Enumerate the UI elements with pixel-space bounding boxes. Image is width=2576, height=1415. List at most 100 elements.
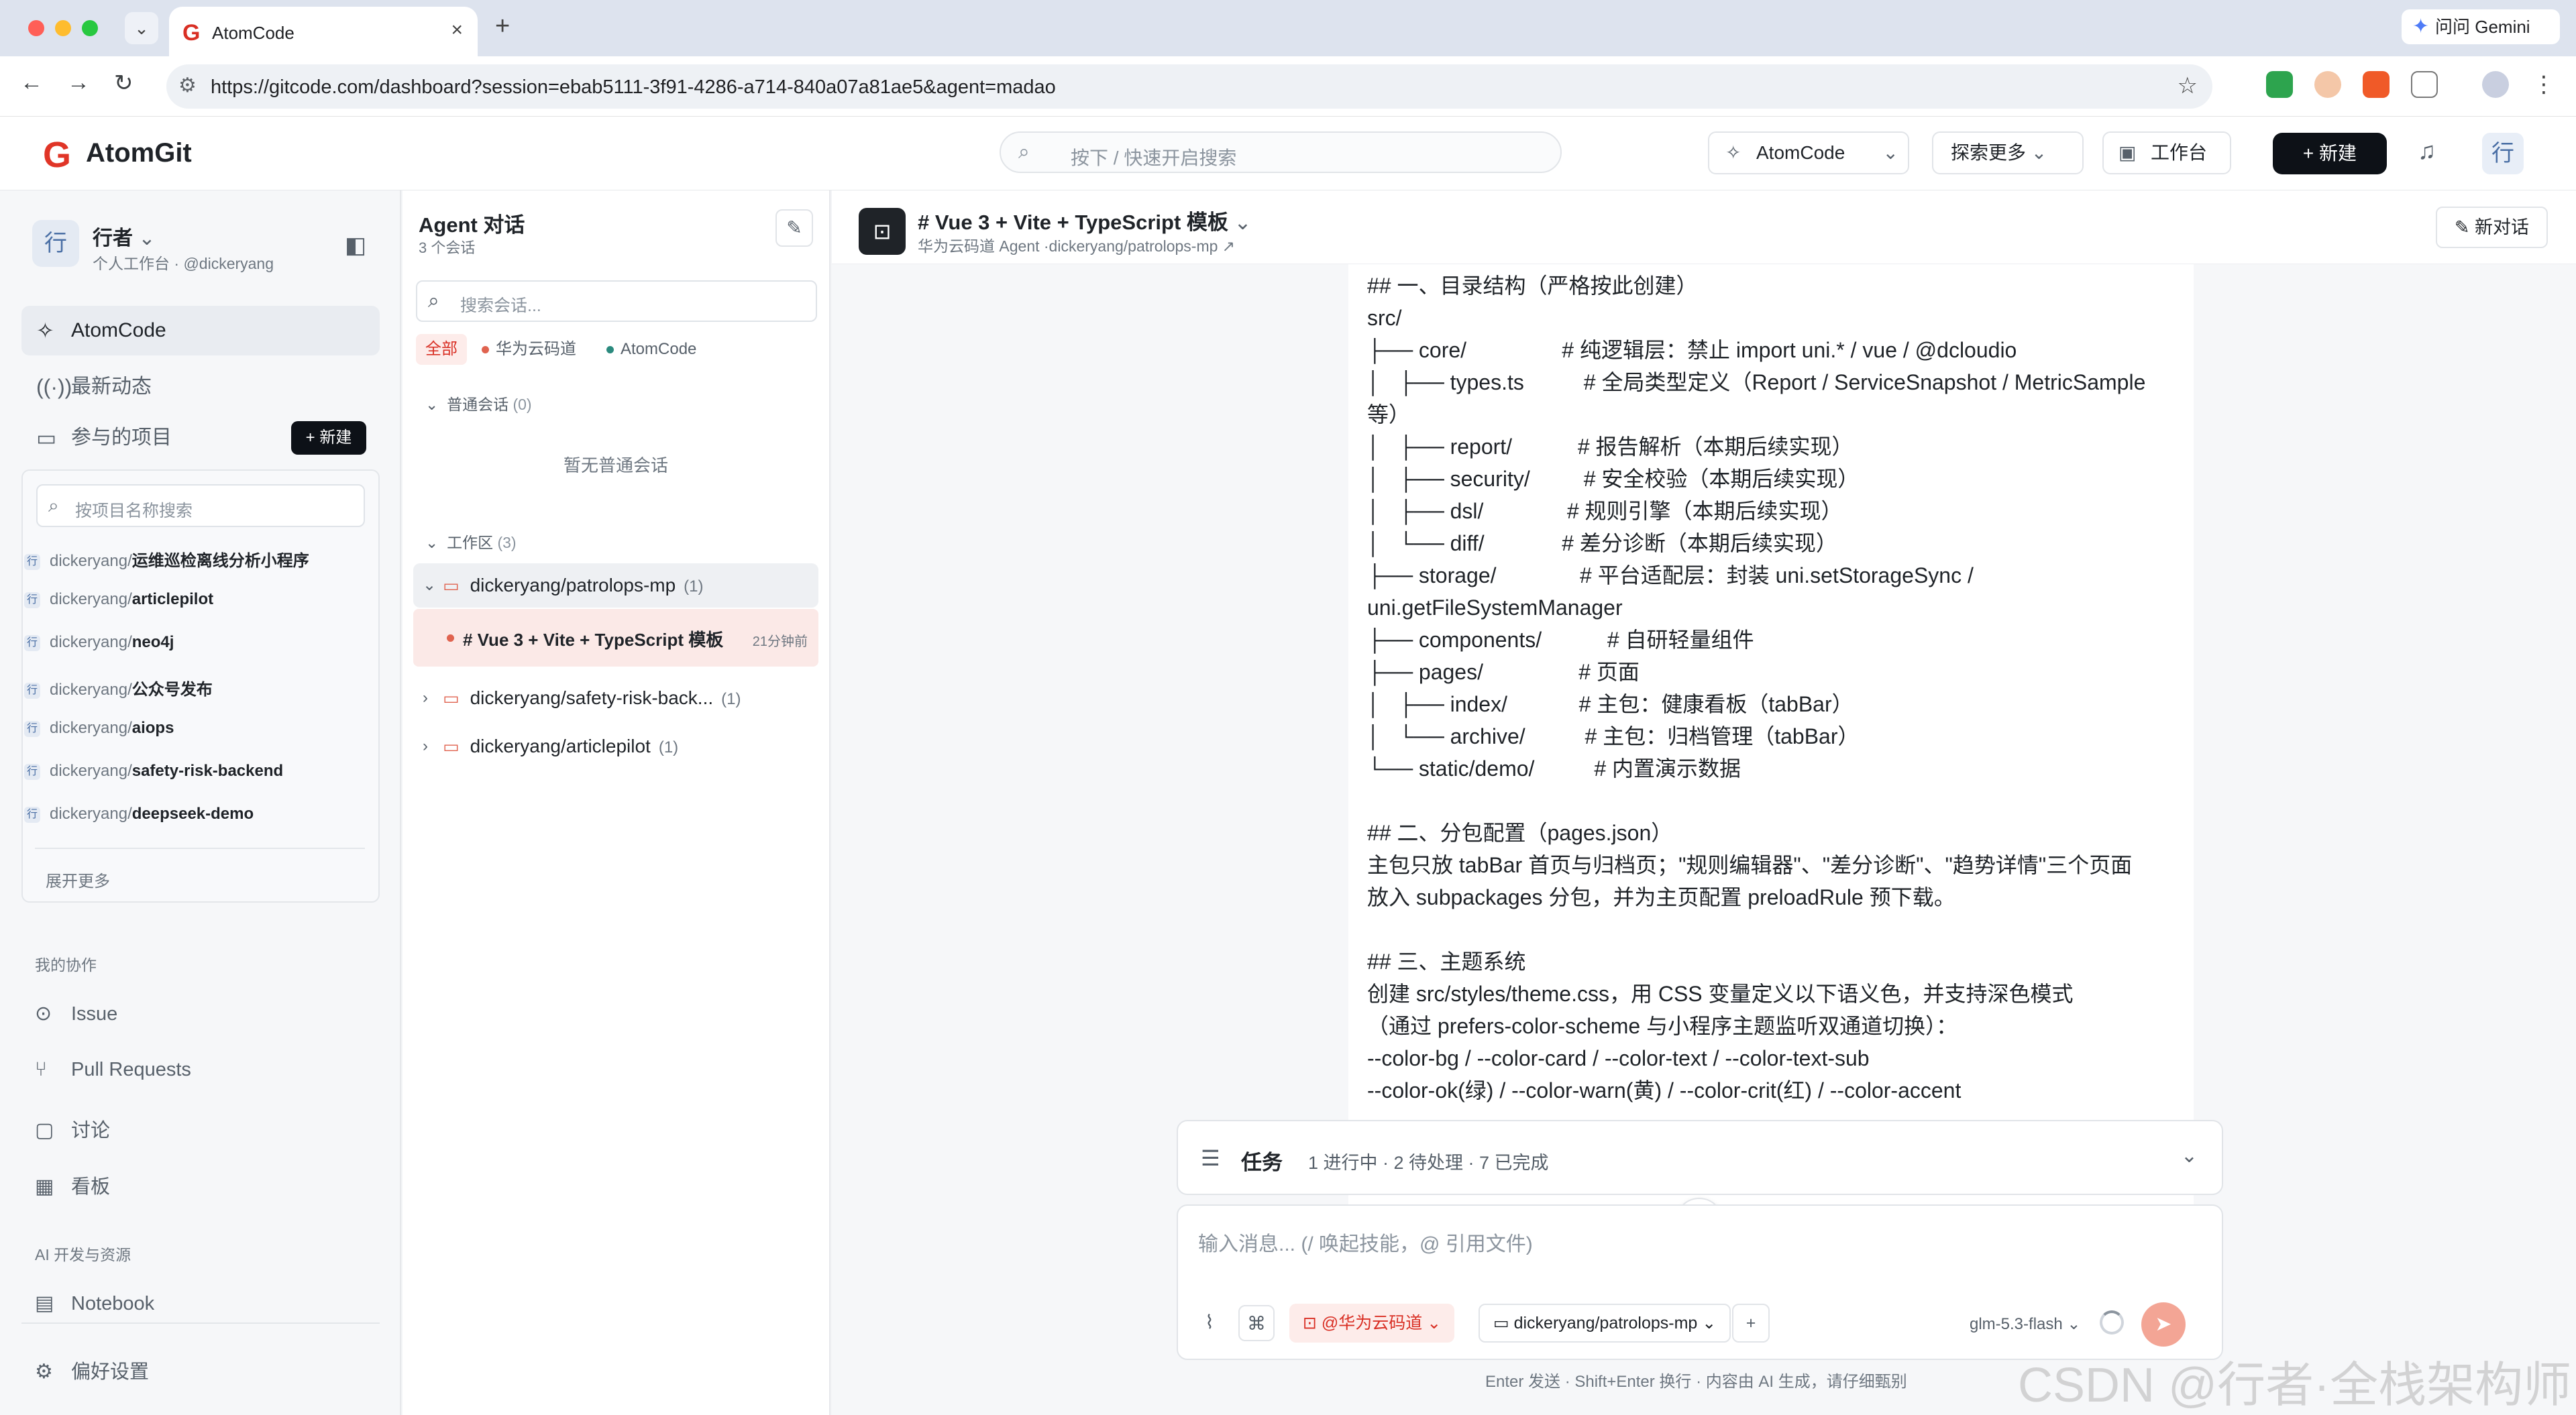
- project-item[interactable]: 行 dickeryang/safety-risk-backend: [24, 762, 283, 781]
- filter-all[interactable]: 全部: [416, 334, 467, 365]
- site-settings-icon[interactable]: ⚙: [178, 74, 197, 97]
- extension-shield-icon[interactable]: [2266, 71, 2293, 98]
- conversation-time: 21分钟前: [752, 634, 808, 649]
- profile-avatar-icon[interactable]: [2482, 71, 2509, 98]
- project-item[interactable]: 行 dickeryang/articlepilot: [24, 590, 213, 609]
- user-avatar[interactable]: 行: [2482, 133, 2524, 174]
- repo-folder-icon: ▭: [443, 736, 460, 756]
- forward-arrow-icon[interactable]: →: [67, 70, 90, 96]
- send-button[interactable]: ➤: [2141, 1302, 2186, 1347]
- header-new-button[interactable]: + 新建: [2273, 133, 2387, 174]
- chevron-down-icon: ⌄: [2067, 1315, 2081, 1333]
- sidebar-item-board[interactable]: ▦ 看板: [35, 1171, 110, 1199]
- reload-icon[interactable]: ↻: [114, 70, 133, 97]
- sidebar-item-issue[interactable]: ⊙ Issue: [35, 1002, 117, 1025]
- new-tab-icon[interactable]: +: [495, 12, 510, 41]
- logo-text[interactable]: AtomGit: [86, 138, 192, 168]
- repo-row-patrolops[interactable]: ⌄ ▭ dickeryang/patrolops-mp (1): [413, 563, 818, 608]
- chat-title[interactable]: # Vue 3 + Vite + TypeScript 模板 ⌄: [918, 205, 1252, 235]
- chevron-down-icon[interactable]: ⌄: [2181, 1144, 2198, 1168]
- sidebar-item-latest[interactable]: ((·)) 最新动态: [21, 362, 380, 412]
- sidebar-divider: [21, 1322, 380, 1324]
- expand-more-link[interactable]: 展开更多: [46, 868, 110, 891]
- conversation-title: # Vue 3 + Vite + TypeScript 模板: [463, 630, 724, 650]
- group-normal-header[interactable]: ⌄ 普通会话 (0): [425, 392, 532, 414]
- workspace-avatar[interactable]: 行: [32, 220, 79, 267]
- project-item[interactable]: 行 dickeryang/aiops: [24, 719, 174, 738]
- sidebar-item-notebook[interactable]: ▤ Notebook: [35, 1292, 154, 1315]
- project-item[interactable]: 行 dickeryang/公众号发布: [24, 676, 213, 699]
- tab-close-icon[interactable]: ×: [451, 19, 463, 42]
- browser-tab[interactable]: G AtomCode ×: [169, 7, 478, 56]
- sidebar-new-button[interactable]: + 新建: [291, 421, 366, 455]
- sidebar-item-discussion[interactable]: ▢ 讨论: [35, 1115, 110, 1143]
- gemini-button[interactable]: ✦ 问问 Gemini: [2402, 9, 2560, 44]
- conversation-item-active[interactable]: # Vue 3 + Vite + TypeScript 模板 21分钟前: [413, 609, 818, 667]
- message-line: ├── components/ # 自研轻量组件: [1367, 628, 1754, 652]
- sidebar-item-settings[interactable]: ⚙ 偏好设置: [35, 1356, 149, 1384]
- group-workspace-header[interactable]: ⌄ 工作区 (3): [425, 530, 517, 553]
- new-chat-label: 新对话: [2475, 217, 2529, 237]
- url-text[interactable]: https://gitcode.com/dashboard?session=eb…: [211, 76, 1056, 99]
- message-line: 放入 subpackages 分包，并为主页配置 preloadRule 预下载…: [1367, 885, 1955, 909]
- global-search[interactable]: ⌕ 按下 / 快速开启搜索: [1000, 131, 1562, 173]
- message-input[interactable]: 输入消息... (/ 唤起技能，@ 引用文件) ⌇ ⌘ ⊡ @华为云码道 ⌄ ▭…: [1177, 1204, 2223, 1360]
- model-selector[interactable]: glm-5.3-flash ⌄: [1970, 1314, 2081, 1334]
- new-chat-button[interactable]: ✎ 新对话: [2435, 207, 2548, 248]
- message-line: ├── pages/ # 页面: [1367, 660, 1640, 684]
- explore-more-button[interactable]: 探索更多 ⌄: [1932, 131, 2084, 174]
- browser-toolbar: ← → ↻ ⚙ https://gitcode.com/dashboard?se…: [0, 56, 2576, 117]
- repo-row-articlepilot[interactable]: › ▭ dickeryang/articlepilot (1): [413, 724, 818, 769]
- message-input-placeholder: 输入消息... (/ 唤起技能，@ 引用文件): [1198, 1233, 1533, 1255]
- address-bar[interactable]: ⚙ https://gitcode.com/dashboard?session=…: [166, 64, 2212, 109]
- repo-selector-chip[interactable]: ▭ dickeryang/patrolops-mp ⌄: [1479, 1304, 1731, 1343]
- sidebar-item-pull-requests[interactable]: ⑂ Pull Requests: [35, 1058, 191, 1081]
- extension-orange-icon[interactable]: [2363, 71, 2390, 98]
- pull-request-icon: ⑂: [35, 1058, 47, 1080]
- project-avatar-icon: 行: [24, 634, 40, 651]
- chevron-right-icon: ›: [423, 689, 428, 707]
- window-zoom-button[interactable]: [82, 20, 98, 36]
- agent-selector-chip[interactable]: ⊡ @华为云码道 ⌄: [1289, 1304, 1455, 1343]
- command-icon[interactable]: ⌘: [1238, 1305, 1275, 1341]
- repo-row-safety[interactable]: › ▭ dickeryang/safety-risk-back... (1): [413, 676, 818, 720]
- paperclip-icon[interactable]: ⌇: [1191, 1305, 1228, 1341]
- browser-menu-icon[interactable]: ⋮: [2530, 71, 2557, 98]
- chevron-down-icon: ⌄: [1697, 1314, 1717, 1333]
- conversation-search-input[interactable]: ⌕ 搜索会话...: [416, 280, 817, 322]
- collapse-sidebar-icon[interactable]: ◧: [345, 232, 366, 259]
- message-line: │ └── archive/ # 主包：归档管理（tabBar）: [1367, 724, 1860, 748]
- workspace-name[interactable]: 行者 ⌄: [93, 221, 155, 251]
- atomgit-logo-icon[interactable]: G: [43, 134, 71, 176]
- chevron-down-icon: ⌄: [423, 576, 437, 594]
- extension-avatar-icon[interactable]: [2314, 71, 2341, 98]
- add-context-button[interactable]: +: [1732, 1304, 1770, 1343]
- window-close-button[interactable]: [28, 20, 44, 36]
- workspace-subtitle: 个人工作台 · @dickeryang: [93, 255, 274, 272]
- message-line: │ ├── report/ # 报告解析（本期后续实现）: [1367, 435, 1854, 459]
- bookmark-star-icon[interactable]: ☆: [2178, 72, 2198, 99]
- project-item[interactable]: 行 dickeryang/deepseek-demo: [24, 805, 254, 824]
- bell-icon[interactable]: ♫: [2418, 137, 2436, 165]
- issue-icon: ⊙: [35, 1003, 52, 1025]
- message-line: src/: [1367, 306, 1402, 330]
- message-line: ├── storage/ # 平台适配层：封装 uni.setStorageSy…: [1367, 563, 1974, 587]
- project-search-input[interactable]: ⌕ 按项目名称搜索: [36, 484, 365, 527]
- back-arrow-icon[interactable]: ←: [20, 70, 43, 96]
- new-conversation-edit-icon[interactable]: ✎: [775, 209, 813, 247]
- project-item[interactable]: 行 dickeryang/运维巡检离线分析小程序: [24, 547, 309, 571]
- repo-icon: ▭: [1493, 1314, 1514, 1333]
- filter-atomcode[interactable]: AtomCode: [597, 334, 706, 365]
- project-avatar-icon: 行: [24, 553, 40, 570]
- extensions-puzzle-icon[interactable]: [2411, 71, 2438, 98]
- sidebar-item-atomcode[interactable]: ✧ AtomCode: [21, 306, 380, 355]
- window-minimize-button[interactable]: [55, 20, 71, 36]
- atomcode-button[interactable]: ✧ AtomCode ⌄: [1708, 131, 1909, 174]
- chat-subtitle[interactable]: 华为云码道 Agent ·dickeryang/patrolops-mp ↗: [918, 233, 1235, 256]
- workbench-button[interactable]: ▣ 工作台: [2102, 131, 2231, 174]
- project-item[interactable]: 行 dickeryang/neo4j: [24, 633, 174, 652]
- chevron-down-icon[interactable]: ⌄: [1883, 133, 1898, 173]
- task-bar[interactable]: ☰ 任务 1 进行中 · 2 待处理 · 7 已完成 ⌄: [1177, 1120, 2223, 1195]
- tab-search-chevron-icon[interactable]: ⌄: [125, 12, 158, 44]
- filter-huawei-codearts[interactable]: 华为云码道: [472, 334, 586, 365]
